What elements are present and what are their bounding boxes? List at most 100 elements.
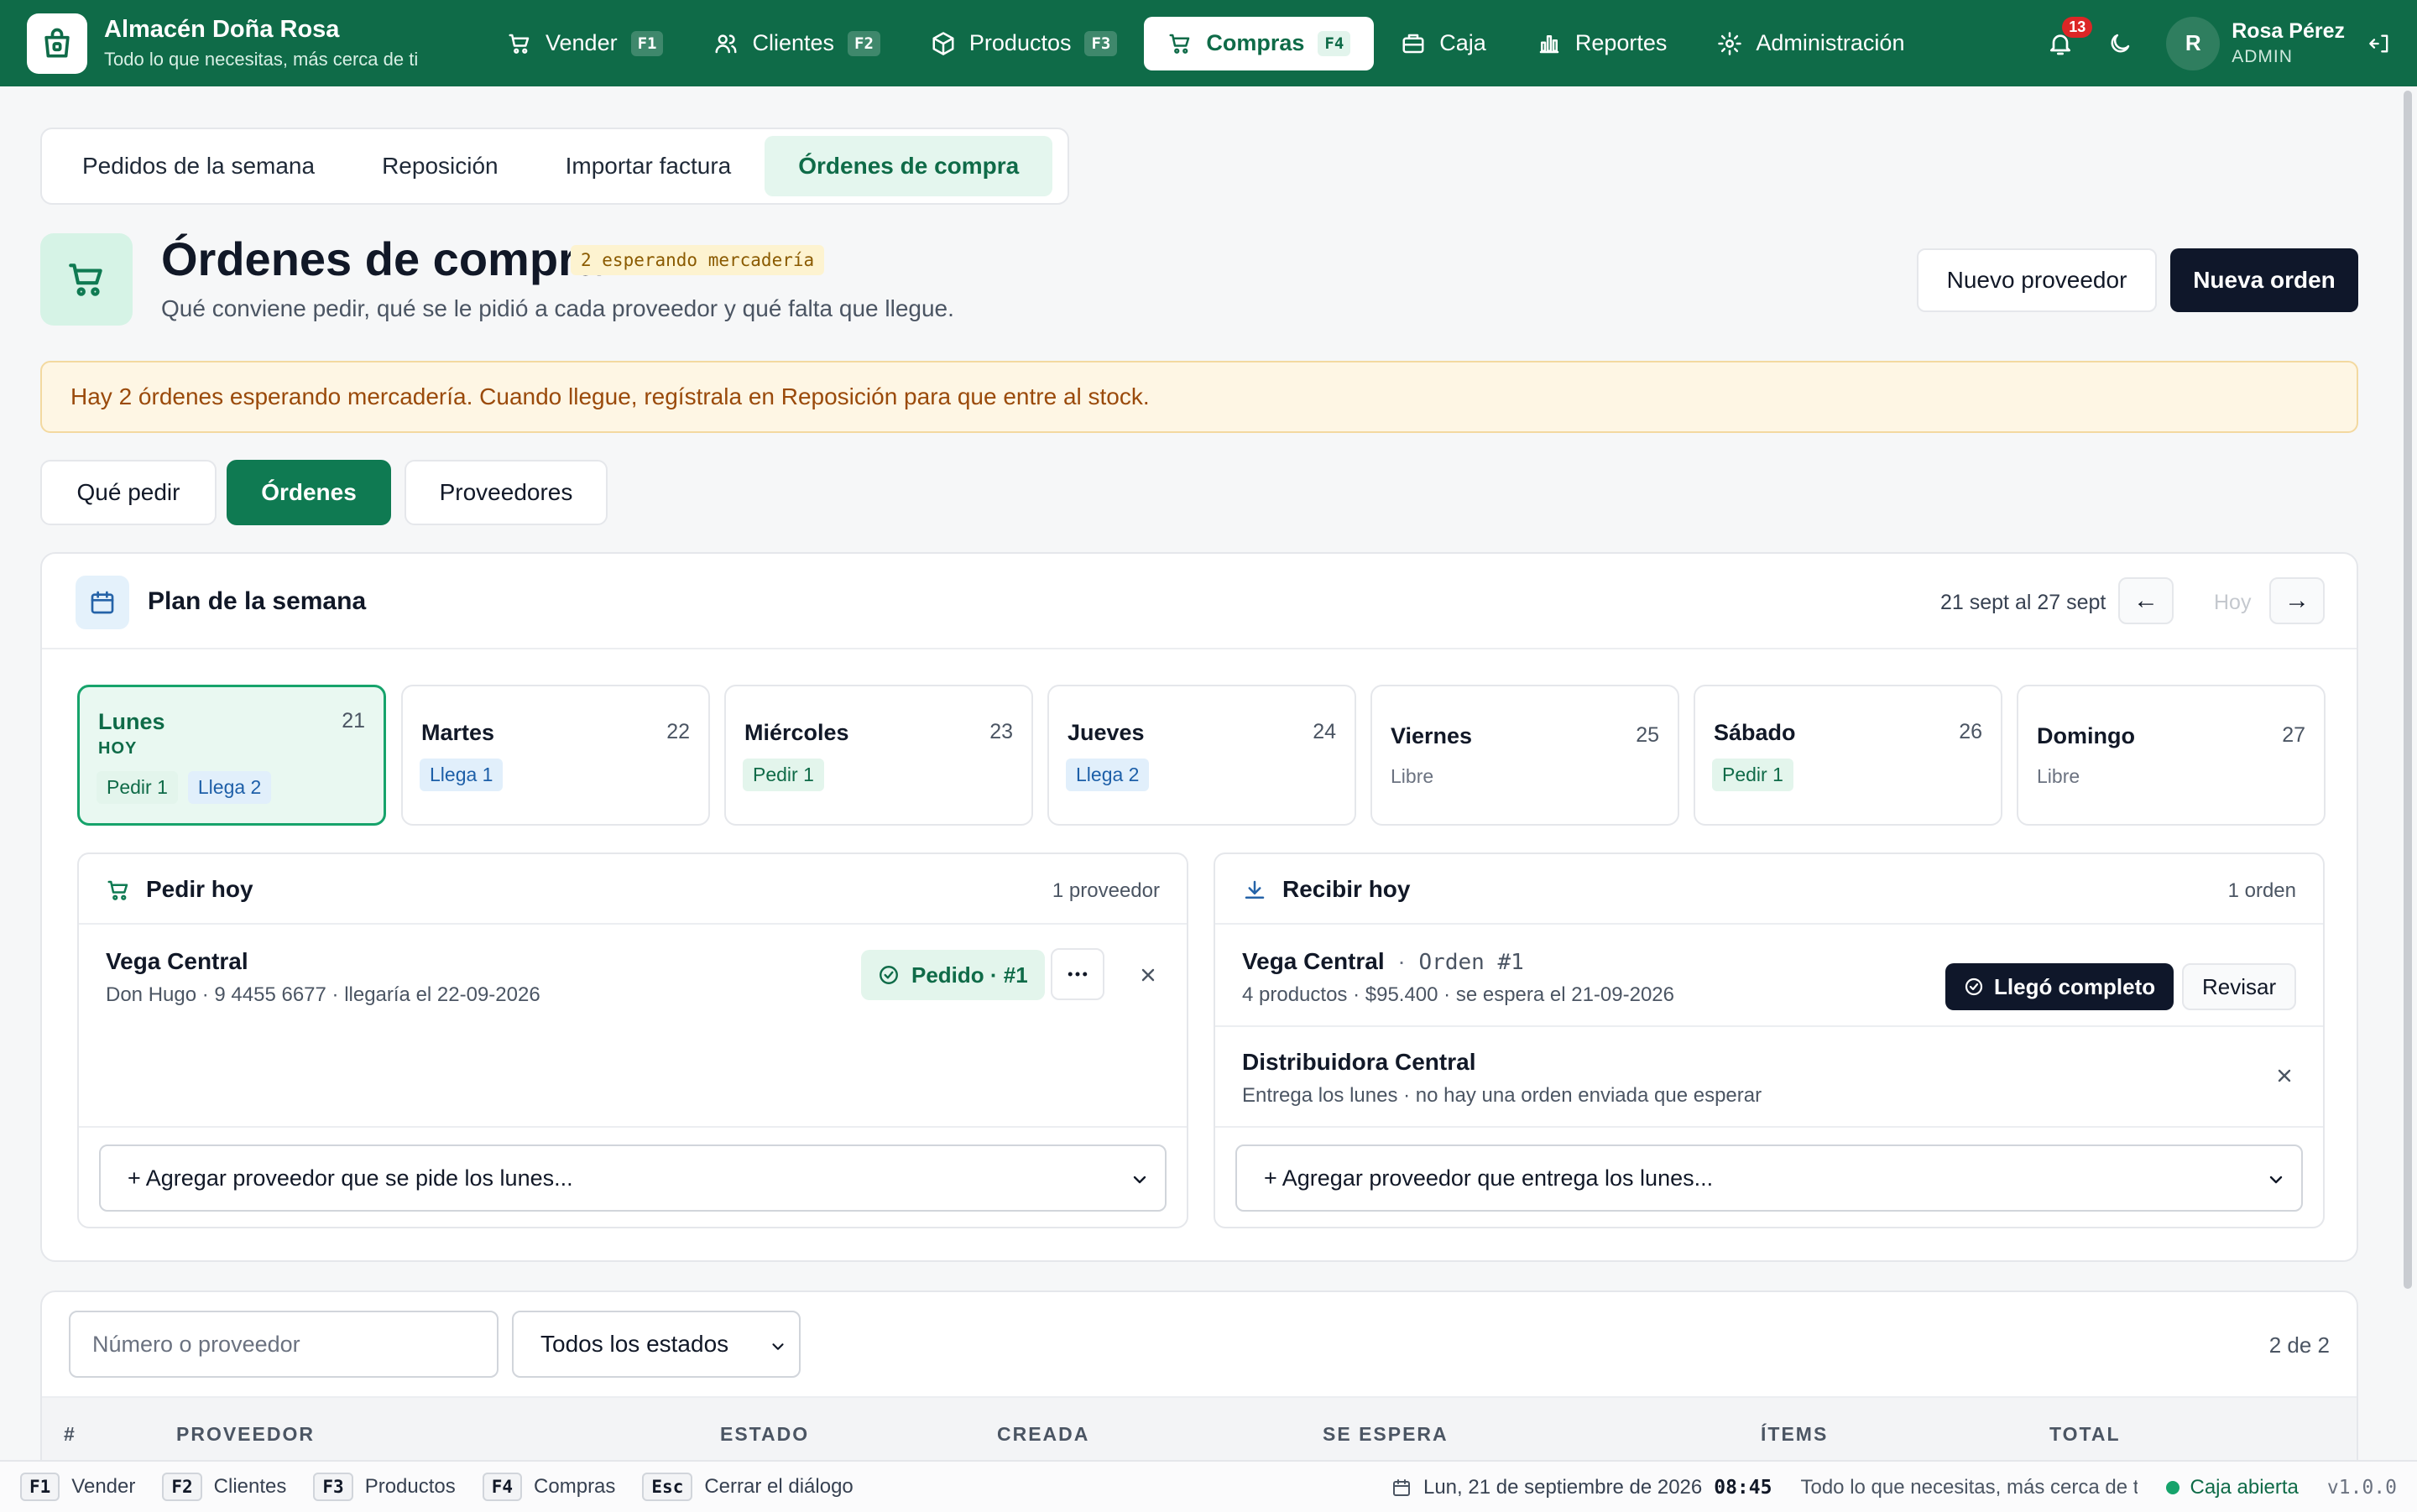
day-number: 26: [1959, 720, 1982, 743]
tab-ordenes-compra[interactable]: Órdenes de compra: [765, 136, 1053, 196]
arrived-complete-button[interactable]: Llegó completo: [1945, 963, 2174, 1010]
nav-reportes[interactable]: Reportes: [1513, 17, 1691, 70]
shortcut-productos[interactable]: F3 Productos: [313, 1473, 456, 1501]
shortcut-clientes[interactable]: F2 Clientes: [162, 1473, 286, 1501]
add-delivery-supplier-label: + Agregar proveedor que entrega los lune…: [1264, 1165, 1714, 1191]
register-icon: [1401, 31, 1426, 56]
chevron-down-icon: [2266, 1170, 2286, 1190]
more-horizontal-icon: [1065, 962, 1090, 987]
date-label: Lun, 21 de septiembre de 2026: [1423, 1476, 1703, 1499]
users-icon: [713, 31, 739, 56]
nav-vender[interactable]: Vender F1: [483, 17, 686, 70]
chevron-down-icon: [769, 1337, 787, 1356]
nav-productos[interactable]: Productos F3: [907, 17, 1141, 70]
day-name: Sábado: [1714, 720, 1796, 745]
nav-caja[interactable]: Caja: [1377, 17, 1510, 70]
user-menu[interactable]: Rosa Pérez ADMIN: [2232, 19, 2345, 67]
day-card-viernes[interactable]: Viernes 25 Libre: [1370, 685, 1679, 826]
segment-que-pedir[interactable]: Qué pedir: [40, 460, 217, 525]
status-dot-icon: [2166, 1481, 2180, 1494]
purchases-subtabs: Pedidos de la semana Reposición Importar…: [40, 128, 1069, 205]
receive-today-title: Recibir hoy: [1282, 876, 1411, 902]
tab-pedidos-semana[interactable]: Pedidos de la semana: [49, 136, 348, 196]
column-number[interactable]: #: [64, 1423, 76, 1446]
brand[interactable]: Almacén Doña Rosa Todo lo que necesitas,…: [27, 13, 463, 74]
close-icon: [2274, 1066, 2294, 1086]
day-card-domingo[interactable]: Domingo 27 Libre: [2017, 685, 2326, 826]
nav-clientes-label: Clientes: [752, 30, 835, 55]
supplier-row[interactable]: Distribuidora Central Entrega los lunes …: [1242, 1049, 1762, 1108]
next-week-button[interactable]: →: [2269, 577, 2325, 624]
day-card-martes[interactable]: Martes 22 Llega 1: [401, 685, 710, 826]
free-label: Libre: [1391, 765, 1434, 787]
search-input[interactable]: [69, 1311, 499, 1378]
shortcut-vender[interactable]: F1 Vender: [20, 1473, 135, 1501]
app-tagline: Todo lo que necesitas, más cerca de ti: [104, 49, 419, 70]
column-status[interactable]: ESTADO: [720, 1423, 809, 1446]
nav-clientes[interactable]: Clientes F2: [690, 17, 903, 70]
arrival-chip: Llega 1: [420, 759, 504, 791]
nav-compras[interactable]: Compras F4: [1144, 16, 1375, 70]
segment-ordenes[interactable]: Órdenes: [227, 460, 391, 525]
tab-importar-factura[interactable]: Importar factura: [532, 136, 765, 196]
avatar[interactable]: R: [2166, 16, 2221, 70]
arrived-complete-label: Llegó completo: [1994, 973, 2156, 999]
logout-button[interactable]: [2368, 32, 2392, 55]
page-scrollbar[interactable]: [2404, 91, 2412, 1289]
page-subtitle: Qué conviene pedir, qué se le pidió a ca…: [161, 295, 954, 321]
status-bar: F1 Vender F2 Clientes F3 Productos F4 Co…: [0, 1460, 2417, 1512]
time-label: 08:45: [1714, 1477, 1772, 1499]
day-card-miercoles[interactable]: Miércoles 23 Pedir 1: [724, 685, 1033, 826]
status-filter-select[interactable]: Todos los estados: [512, 1311, 801, 1378]
order-chip: Pedir 1: [743, 759, 824, 791]
order-reference: Orden #1: [1418, 950, 1524, 975]
theme-toggle[interactable]: [2107, 31, 2132, 56]
column-created[interactable]: CREADA: [997, 1423, 1089, 1446]
basket-icon: [1167, 31, 1193, 56]
tab-reposicion[interactable]: Reposición: [348, 136, 532, 196]
prev-week-button[interactable]: ←: [2118, 577, 2174, 624]
column-items[interactable]: ÍTEMS: [1761, 1423, 1828, 1446]
app-version: v1.0.0: [2326, 1477, 2397, 1499]
day-name: Jueves: [1068, 720, 1145, 745]
order-status-pill[interactable]: Pedido · #1: [861, 950, 1045, 1000]
day-card-jueves[interactable]: Jueves 24 Llega 2: [1047, 685, 1356, 826]
add-delivery-supplier-select[interactable]: + Agregar proveedor que entrega los lune…: [1235, 1144, 2303, 1212]
new-supplier-button[interactable]: Nuevo proveedor: [1917, 248, 2157, 312]
remove-supplier-button[interactable]: [2268, 1059, 2301, 1092]
add-order-supplier-select[interactable]: + Agregar proveedor que se pide los lune…: [99, 1144, 1167, 1212]
nav-administracion-label: Administración: [1756, 30, 1905, 55]
nav-administracion[interactable]: Administración: [1694, 17, 1928, 70]
nav-compras-label: Compras: [1206, 30, 1305, 55]
shortcut-cerrar[interactable]: Esc Cerrar el diálogo: [642, 1473, 854, 1501]
free-label: Libre: [2037, 765, 2080, 787]
incoming-order-row[interactable]: Vega Central · Orden #1 4 productos · $9…: [1242, 948, 1674, 1007]
shortcut-key: F4: [482, 1473, 523, 1501]
remove-supplier-button[interactable]: [1131, 958, 1165, 992]
supplier-row[interactable]: Vega Central Don Hugo · 9 4455 6677 · ll…: [106, 948, 540, 1007]
nav-compras-shortcut: F4: [1318, 30, 1351, 56]
review-order-button[interactable]: Revisar: [2182, 963, 2297, 1010]
segment-proveedores[interactable]: Proveedores: [405, 460, 608, 525]
day-card-lunes[interactable]: Lunes 21 HOY Pedir 1 Llega 2: [77, 685, 386, 826]
arrival-chip: Llega 2: [1066, 759, 1150, 791]
column-supplier[interactable]: PROVEEDOR: [176, 1423, 315, 1446]
results-count: 2 de 2: [2268, 1332, 2330, 1358]
notifications-button[interactable]: 13: [2047, 16, 2093, 57]
day-number: 27: [2282, 723, 2305, 747]
today-button[interactable]: Hoy: [2214, 591, 2251, 615]
basket-icon: [40, 233, 133, 326]
top-right-actions: 13 R Rosa Pérez ADMIN: [2047, 0, 2417, 86]
shortcut-compras[interactable]: F4 Compras: [482, 1473, 615, 1501]
calendar-icon: [76, 576, 129, 629]
shortcut-label: Clientes: [213, 1475, 287, 1498]
current-date: Lun, 21 de septiembre de 2026 08:45: [1391, 1476, 1772, 1499]
new-order-button[interactable]: Nueva orden: [2170, 248, 2358, 312]
column-expected[interactable]: SE ESPERA: [1323, 1423, 1449, 1446]
nav-caja-label: Caja: [1439, 30, 1486, 55]
day-card-sabado[interactable]: Sábado 26 Pedir 1: [1694, 685, 2002, 826]
arrival-chip: Llega 2: [187, 771, 272, 804]
column-total[interactable]: TOTAL: [2049, 1423, 2121, 1446]
register-status[interactable]: Caja abierta: [2166, 1476, 2299, 1499]
more-options-button[interactable]: [1051, 948, 1104, 1000]
